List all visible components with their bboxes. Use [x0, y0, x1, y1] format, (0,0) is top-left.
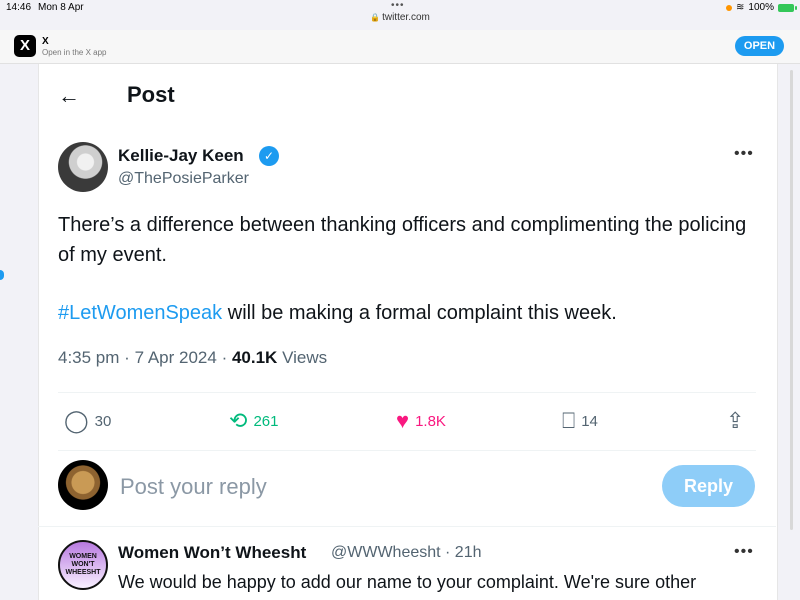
- tweet-text: There’s a difference between thanking of…: [58, 210, 758, 270]
- bookmark-count: 14: [581, 412, 598, 430]
- like-count: 1.8K: [415, 412, 446, 430]
- lock-icon: 🔒: [370, 13, 381, 22]
- views-label: Views: [282, 348, 328, 367]
- reply-action-button[interactable]: ◯ 30: [64, 409, 111, 433]
- divider: [38, 526, 776, 527]
- meta-separator: ·: [124, 348, 130, 367]
- like-action-button[interactable]: ♥ 1.8K: [396, 409, 446, 433]
- url-text: twitter.com: [382, 12, 430, 23]
- page-title: Post: [127, 82, 175, 107]
- address-bar[interactable]: 🔒 twitter.com: [0, 12, 800, 28]
- author-name[interactable]: Kellie-Jay Keen: [118, 146, 244, 166]
- x-logo-icon: X: [14, 35, 36, 57]
- hashtag-link[interactable]: #LetWomenSpeak: [58, 302, 222, 324]
- repost-action-button[interactable]: ⟲ 261: [229, 409, 278, 433]
- reply-author-name[interactable]: Women Won’t Wheesht: [118, 543, 306, 563]
- verified-badge-icon: ✓: [259, 146, 279, 166]
- bookmark-icon: ⎕: [562, 408, 576, 433]
- divider: [58, 392, 756, 393]
- scrollbar[interactable]: [790, 70, 793, 530]
- reply-text: We would be happy to add our name to you…: [118, 572, 697, 592]
- battery-icon: [778, 3, 797, 12]
- tweet-date[interactable]: 7 Apr 2024: [135, 348, 217, 367]
- mic-indicator-icon: [726, 4, 733, 11]
- tweet-text-rest: will be making a formal complaint this w…: [222, 302, 617, 324]
- post-panel: [38, 64, 778, 600]
- heart-icon: ♥: [396, 408, 410, 433]
- app-subtitle: Open in the X app: [42, 48, 107, 57]
- meta-separator: ·: [221, 348, 228, 367]
- open-app-button[interactable]: OPEN: [735, 36, 784, 56]
- repost-icon: ⟲: [229, 408, 248, 433]
- reply-author-handle[interactable]: @WWWheesht · 21h: [331, 544, 482, 562]
- repost-count: 261: [253, 412, 279, 430]
- author-handle[interactable]: @ThePosieParker: [118, 170, 249, 188]
- app-name: X: [42, 36, 49, 47]
- reply-count: 30: [94, 412, 112, 430]
- avatar[interactable]: [58, 142, 108, 192]
- current-user-avatar: [58, 460, 108, 510]
- multitask-dots[interactable]: •••: [391, 0, 405, 11]
- share-icon: ⇪: [726, 408, 745, 433]
- reply-button[interactable]: Reply: [662, 465, 755, 507]
- share-action-button[interactable]: ⇪: [726, 409, 744, 433]
- tweet-text-line1: There’s a difference between thanking of…: [58, 214, 747, 266]
- tweet-time[interactable]: 4:35 pm: [58, 348, 119, 367]
- views-count: 40.1K: [231, 348, 278, 367]
- divider: [58, 450, 756, 451]
- side-indicator: [0, 270, 4, 280]
- back-button[interactable]: ←: [58, 84, 80, 108]
- more-options-icon[interactable]: •••: [734, 145, 754, 163]
- app-banner: [0, 30, 800, 64]
- reply-input[interactable]: Post your reply: [120, 474, 267, 500]
- tweet-meta: 4:35 pm · 7 Apr 2024 · 40.1K Views: [58, 348, 327, 368]
- tweet-text-line2: #LetWomenSpeak will be making a formal c…: [58, 298, 617, 328]
- reply-more-options-icon[interactable]: •••: [734, 543, 754, 561]
- bookmark-action-button[interactable]: ⎕ 14: [562, 409, 598, 433]
- reply-icon: ◯: [64, 408, 89, 433]
- reply-author-avatar[interactable]: WOMEN WON'T WHEESHT: [58, 540, 108, 590]
